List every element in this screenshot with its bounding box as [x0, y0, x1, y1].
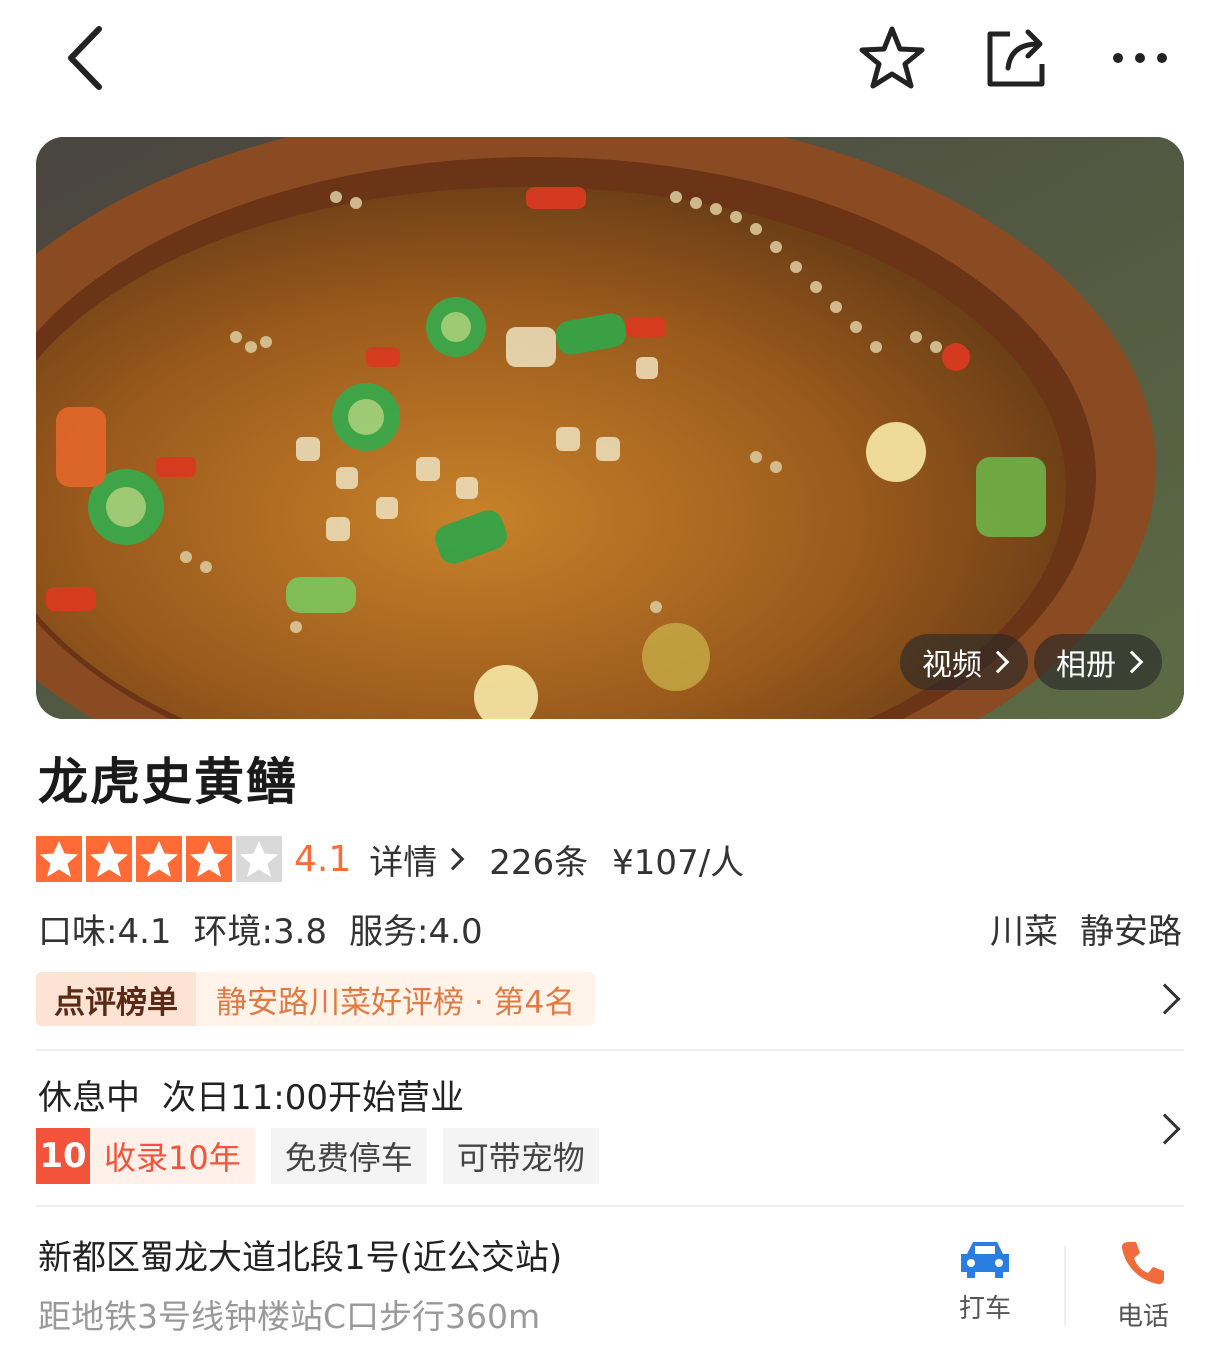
share-icon: [987, 29, 1045, 87]
album-button[interactable]: 相册: [1034, 634, 1162, 690]
years-text: 收录10年: [104, 1139, 241, 1177]
taxi-button[interactable]: 打车: [952, 1238, 1018, 1325]
share-button[interactable]: [980, 22, 1052, 94]
divider: [1064, 1246, 1066, 1326]
phone-icon: [1121, 1242, 1164, 1285]
metro-distance: 距地铁3号线钟楼站C口步行360m: [38, 1297, 541, 1336]
star-filled-icon: [36, 836, 82, 882]
rating-row: 4.1 详情 226条 ¥107/人: [36, 834, 744, 884]
call-label: 电话: [1116, 1302, 1169, 1332]
rating-detail-link[interactable]: 详情: [369, 835, 465, 884]
star-empty-icon: [236, 836, 282, 882]
more-icon: [1113, 53, 1167, 63]
detail-label: 详情: [369, 842, 438, 883]
category-tag[interactable]: 川菜: [990, 904, 1058, 953]
price-per-person: ¥107/人: [612, 842, 745, 883]
area-tag[interactable]: 静安路: [1080, 904, 1182, 953]
top-bar: [0, 0, 1220, 120]
chevron-right-icon: [986, 650, 1010, 674]
years-badge: 10 收录10年: [36, 1128, 255, 1184]
ranking-chevron-icon[interactable]: [1149, 983, 1181, 1015]
call-button[interactable]: 电话: [1108, 1238, 1178, 1333]
chevron-right-icon: [1120, 650, 1144, 674]
star-filled-icon: [86, 836, 132, 882]
more-button[interactable]: [1104, 22, 1176, 94]
ranking-text: 静安路川菜好评榜 · 第4名: [196, 972, 596, 1026]
business-hours[interactable]: 休息中 次日11:00开始营业: [38, 1070, 464, 1119]
sub-scores: 口味:4.1 环境:3.8 服务:4.0: [38, 904, 483, 953]
years-number: 10: [36, 1128, 90, 1184]
hours-chevron-icon[interactable]: [1149, 1113, 1181, 1145]
pets-tag: 可带宠物: [442, 1128, 599, 1184]
address-line[interactable]: 新都区蜀龙大道北段1号(近公交站): [38, 1230, 562, 1279]
video-button[interactable]: 视频: [900, 634, 1028, 690]
food-photo-image: [36, 137, 1184, 719]
rating-score: 4.1: [294, 838, 352, 880]
star-rating: [36, 836, 282, 882]
star-filled-icon: [136, 836, 182, 882]
service-score: 服务:4.0: [349, 912, 483, 952]
star-filled-icon: [186, 836, 232, 882]
favorite-button[interactable]: [856, 22, 928, 94]
hours-next-open: 次日11:00开始营业: [162, 1078, 464, 1118]
taxi-label: 打车: [958, 1294, 1011, 1324]
car-icon: [961, 1242, 1009, 1278]
hero-photo[interactable]: 视频 相册: [36, 137, 1184, 719]
back-button[interactable]: [50, 20, 120, 96]
hours-status: 休息中: [38, 1078, 140, 1118]
shop-name: 龙虎史黄鳝: [38, 753, 298, 811]
category-tags: 川菜 静安路: [990, 904, 1182, 953]
video-label: 视频: [922, 648, 982, 683]
environment-score: 环境:3.8: [193, 912, 328, 952]
review-count[interactable]: 226条: [489, 835, 588, 884]
chevron-right-icon: [441, 847, 465, 871]
feature-tags: 10 收录10年 免费停车 可带宠物: [36, 1128, 599, 1184]
album-label: 相册: [1056, 648, 1116, 683]
divider: [36, 1205, 1184, 1207]
parking-tag: 免费停车: [270, 1128, 427, 1184]
ranking-label: 点评榜单: [36, 972, 196, 1026]
divider: [36, 1049, 1184, 1051]
star-outline-icon: [859, 26, 925, 89]
taste-score: 口味:4.1: [38, 912, 172, 952]
back-icon: [68, 26, 102, 90]
ranking-banner[interactable]: 点评榜单 静安路川菜好评榜 · 第4名: [36, 972, 596, 1026]
